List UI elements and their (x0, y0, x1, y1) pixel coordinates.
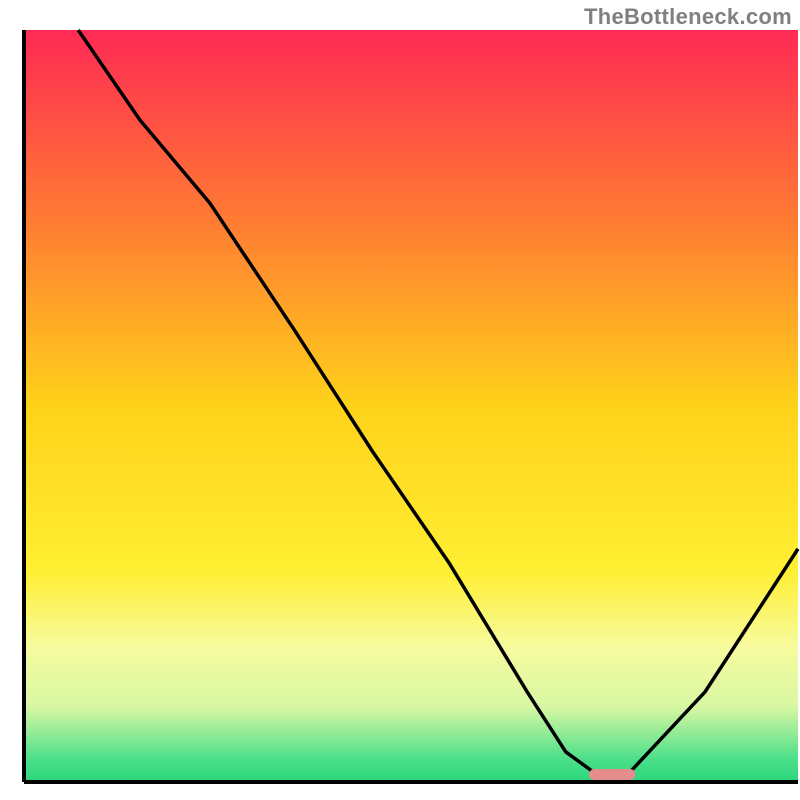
plot-canvas (0, 0, 800, 800)
gradient-background (24, 30, 798, 782)
optimal-marker (589, 769, 635, 780)
bottleneck-chart: TheBottleneck.com (0, 0, 800, 800)
